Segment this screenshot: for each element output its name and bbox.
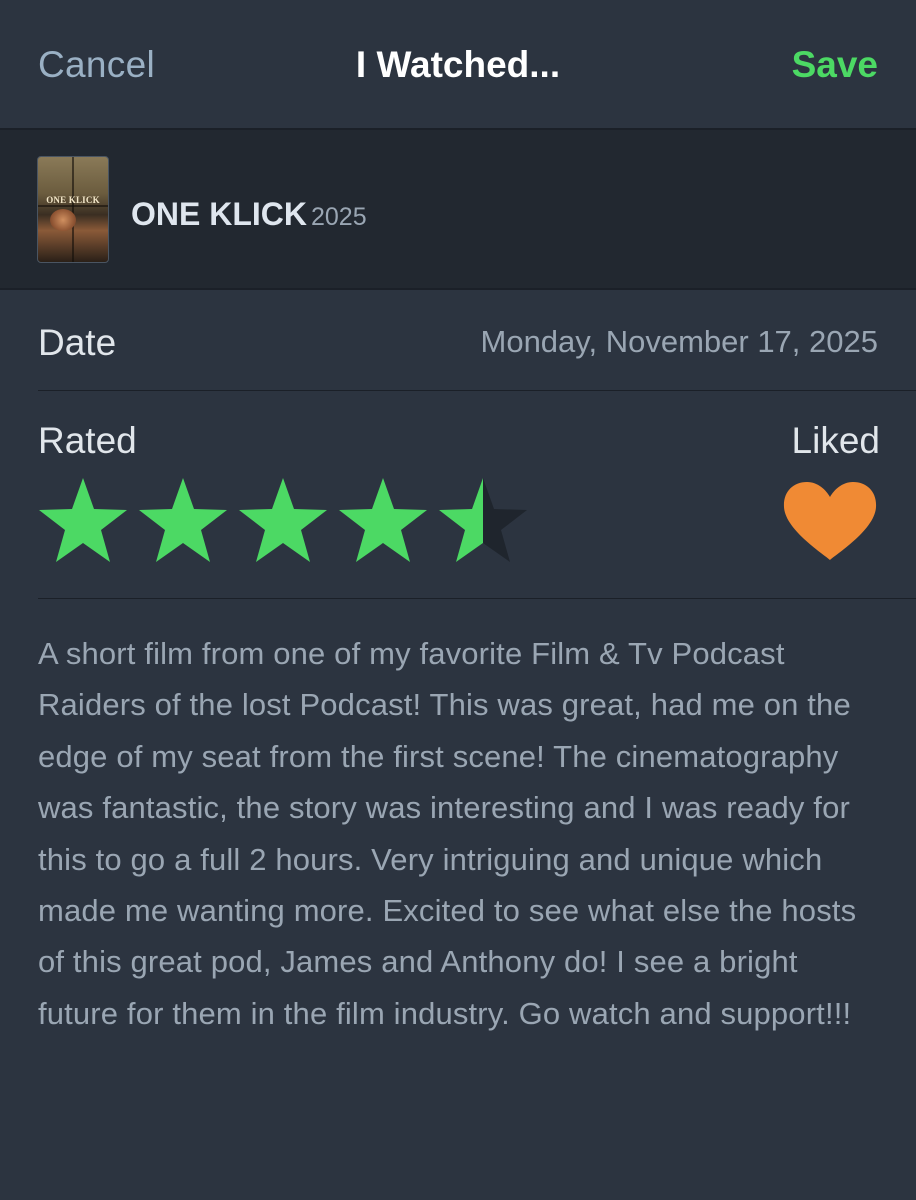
- date-value[interactable]: Monday, November 17, 2025: [481, 324, 879, 360]
- header-bar: Cancel I Watched... Save: [0, 0, 916, 128]
- star-rating[interactable]: [37, 476, 537, 568]
- save-button[interactable]: Save: [792, 44, 878, 86]
- poster-crosshair-vertical: [72, 157, 74, 262]
- review-text[interactable]: A short film from one of my favorite Fil…: [38, 628, 884, 1039]
- film-title: ONE KLICK: [131, 196, 307, 232]
- log-film-screen: Cancel I Watched... Save ONE KLICK ONE K…: [0, 0, 916, 1200]
- star-icon[interactable]: [137, 476, 229, 568]
- star-icon[interactable]: [37, 476, 129, 568]
- date-divider: [38, 390, 916, 391]
- rating-divider: [38, 598, 916, 599]
- star-icon[interactable]: [337, 476, 429, 568]
- poster-title: ONE KLICK: [46, 195, 100, 205]
- film-poster: ONE KLICK: [37, 156, 109, 263]
- liked-label: Liked: [791, 420, 880, 461]
- film-info-bar[interactable]: ONE KLICK ONE KLICK 2025: [0, 130, 916, 288]
- date-label: Date: [38, 322, 117, 363]
- rated-label: Rated: [38, 420, 137, 461]
- heart-icon[interactable]: [781, 480, 879, 562]
- poster-crosshair-horizontal: [38, 205, 108, 207]
- poster-figure: [50, 209, 76, 231]
- film-title-line: ONE KLICK 2025: [131, 196, 367, 233]
- star-icon[interactable]: [437, 476, 529, 568]
- film-bar-divider: [0, 288, 916, 290]
- page-title: I Watched...: [355, 44, 561, 85]
- film-year: 2025: [311, 203, 367, 231]
- star-icon[interactable]: [237, 476, 329, 568]
